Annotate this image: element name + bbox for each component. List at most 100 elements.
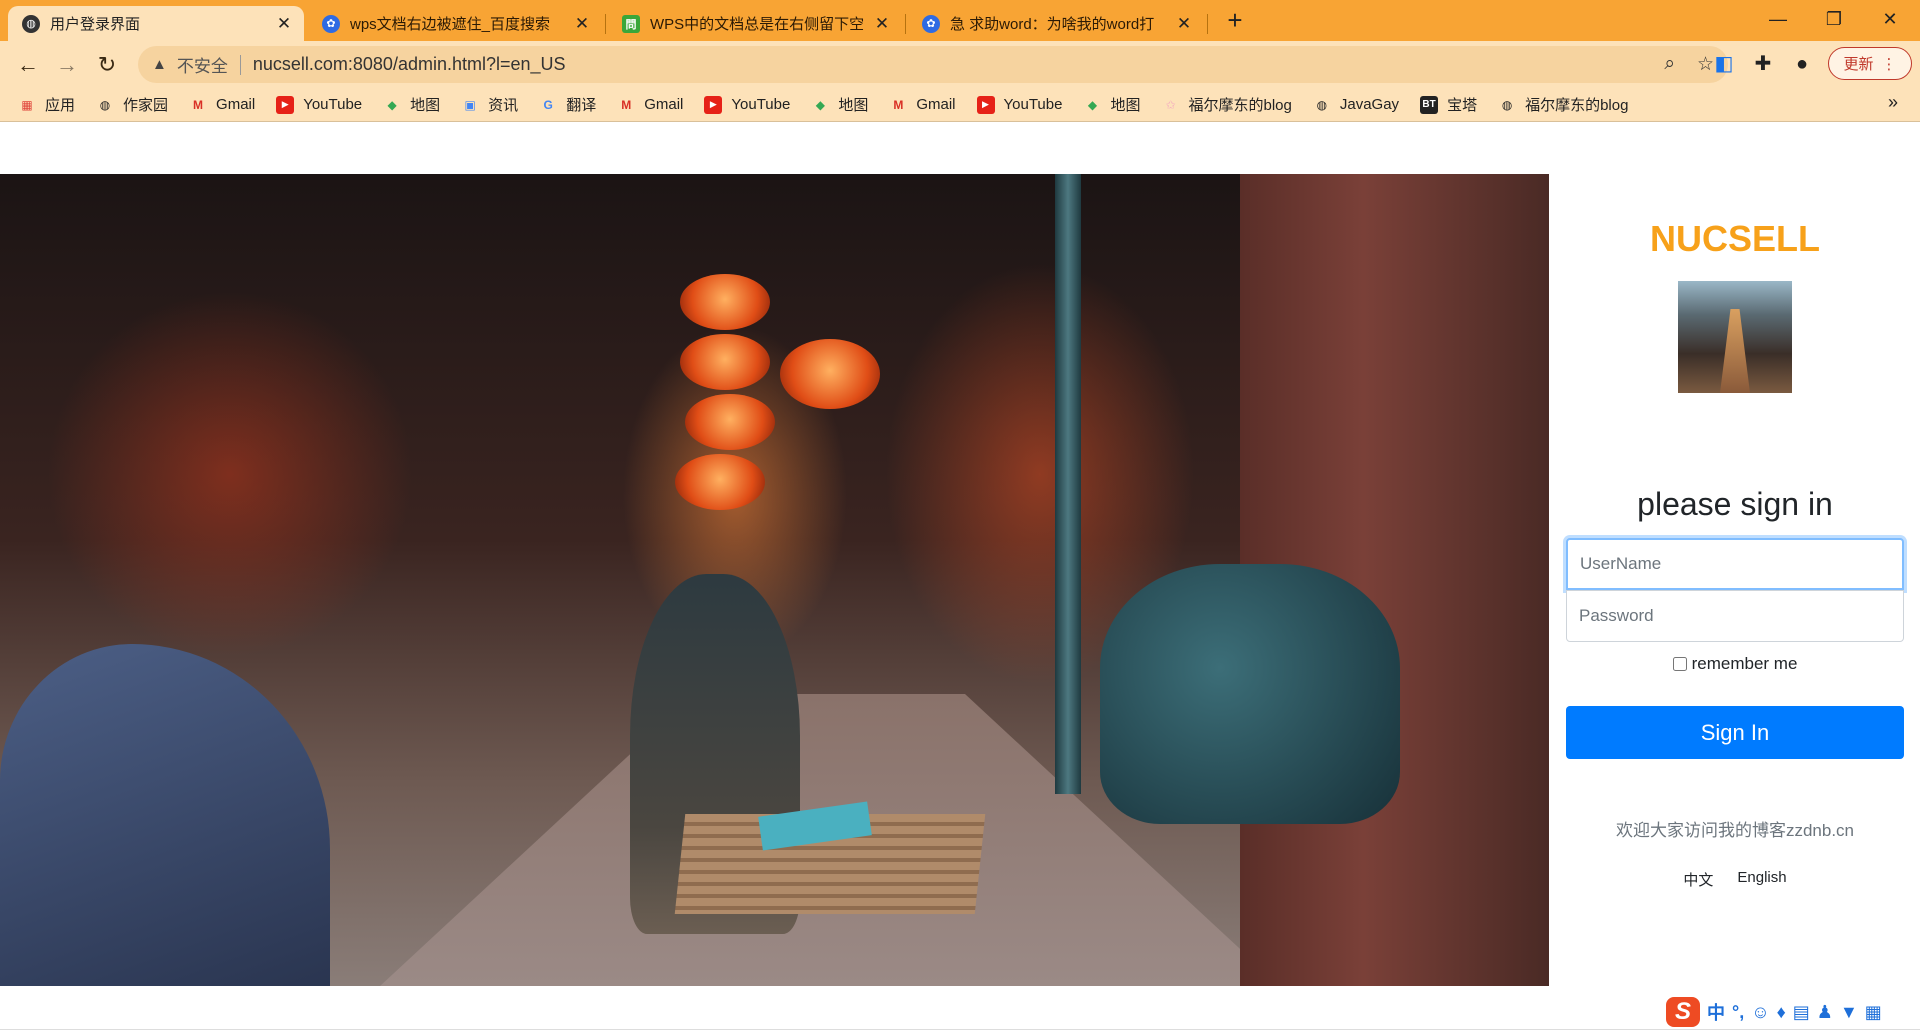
- tab-baidu-search[interactable]: ✿ wps文档右边被遮住_百度搜索 ✕: [308, 6, 602, 41]
- forward-button[interactable]: →: [51, 49, 83, 81]
- address-bar[interactable]: ▲ 不安全 nucsell.com:8080/admin.html?l=en_U…: [138, 46, 1728, 83]
- bookmark-item[interactable]: ◆ 地图: [1083, 94, 1141, 115]
- maps-icon: ◆: [1087, 97, 1098, 112]
- keyboard-icon[interactable]: ▤: [1793, 1002, 1810, 1023]
- emoji-icon[interactable]: ☺: [1751, 1002, 1769, 1023]
- update-label: 更新: [1843, 56, 1874, 73]
- photo-lantern: [680, 274, 770, 330]
- skin-shirt-icon[interactable]: ▼: [1840, 1002, 1858, 1023]
- baidu-paw-icon: ✿: [922, 14, 940, 33]
- bookmarks-bar: ▦ 应用 ◍ 作家园 M Gmail ▶ YouTube ◆ 地图 ▣ 资讯 G…: [0, 88, 1920, 122]
- gmail-icon: M: [893, 97, 904, 112]
- bookmark-item[interactable]: ◍ 福尔摩东的blog: [1498, 94, 1629, 115]
- bookmark-item[interactable]: ▶ YouTube: [976, 95, 1063, 114]
- globe-icon: ◍: [1501, 97, 1513, 112]
- reload-button[interactable]: ↻: [91, 49, 123, 81]
- bookmark-label: Gmail: [216, 96, 256, 113]
- warning-triangle-icon[interactable]: ▲: [152, 56, 167, 73]
- bookmark-item[interactable]: ◍ JavaGay: [1313, 96, 1399, 114]
- bookmark-item[interactable]: ▶ YouTube: [276, 95, 362, 114]
- user-icon[interactable]: ♟: [1817, 1002, 1833, 1023]
- bookmark-label: JavaGay: [1339, 96, 1400, 113]
- bookmark-item[interactable]: M Gmail: [617, 96, 683, 114]
- globe-icon: ◍: [99, 97, 111, 112]
- bookmark-apps[interactable]: ▦ 应用: [18, 94, 75, 115]
- photo-lantern: [685, 394, 775, 450]
- update-button[interactable]: 更新 ⋮: [1828, 47, 1912, 80]
- tab-separator: [605, 14, 606, 34]
- url-text[interactable]: nucsell.com:8080/admin.html?l=en_US: [253, 54, 566, 75]
- bookmark-label: Gmail: [644, 96, 684, 113]
- username-input[interactable]: [1566, 538, 1904, 590]
- new-tab-button[interactable]: +: [1218, 6, 1252, 36]
- insecure-label[interactable]: 不安全: [177, 52, 228, 77]
- bookmark-item[interactable]: ◆ 地图: [383, 94, 441, 115]
- bt-icon: BT: [1420, 95, 1439, 114]
- bookmark-label: 地图: [410, 97, 441, 114]
- bookmark-label: 福尔摩东的blog: [1525, 97, 1629, 114]
- tab-title: wps文档右边被遮住_百度搜索: [350, 16, 551, 33]
- welcome-text: 欢迎大家访问我的博客zzdnb.cn: [1615, 821, 1855, 840]
- bookmark-item[interactable]: ▣ 资讯: [461, 94, 519, 115]
- sign-in-button[interactable]: Sign In: [1566, 706, 1904, 759]
- sogou-ime-logo[interactable]: S: [1666, 997, 1700, 1027]
- puzzle-extensions-icon[interactable]: ✚: [1749, 50, 1777, 78]
- close-tab-icon[interactable]: ✕: [872, 14, 892, 34]
- zoom-search-icon[interactable]: ⌕: [1664, 53, 1675, 76]
- youtube-icon: ▶: [976, 95, 995, 114]
- close-tab-icon[interactable]: ✕: [1174, 14, 1194, 34]
- green-doc-icon: 問: [622, 14, 640, 33]
- bookmarks-overflow-button[interactable]: »: [1888, 92, 1898, 113]
- close-tab-icon[interactable]: ✕: [572, 14, 592, 34]
- tab-wps-doc[interactable]: 問 WPS中的文档总是在右侧留下空 ✕: [608, 6, 902, 41]
- omnibox-actions: ⌕ ☆: [1664, 53, 1714, 76]
- bookmark-label: 资讯: [488, 97, 519, 114]
- extension-icon[interactable]: ◧: [1710, 50, 1738, 78]
- divider: [239, 54, 241, 75]
- apps-grid-icon: ▦: [21, 97, 33, 112]
- password-input[interactable]: [1566, 590, 1904, 642]
- photo-lantern: [680, 334, 770, 390]
- microphone-icon[interactable]: ♦: [1777, 1002, 1786, 1023]
- bookmark-label: 应用: [45, 97, 76, 114]
- toolbox-grid-icon[interactable]: ▦: [1865, 1002, 1882, 1023]
- arrow-left-icon: ←: [17, 52, 39, 77]
- maps-icon: ◆: [387, 97, 397, 112]
- lang-en-link[interactable]: English: [1737, 869, 1786, 890]
- remember-checkbox[interactable]: [1672, 657, 1687, 671]
- ime-mode-toggle[interactable]: 中: [1707, 999, 1725, 1025]
- news-icon: ▣: [464, 97, 476, 112]
- close-window-button[interactable]: ✕: [1862, 0, 1918, 38]
- baidu-paw-icon: ✿: [322, 14, 340, 33]
- tab-word-help[interactable]: ✿ 急 求助word：为啥我的word打 ✕: [908, 6, 1204, 41]
- bookmark-item[interactable]: G 翻译: [539, 94, 597, 115]
- photo-pole: [1055, 174, 1081, 794]
- globe-icon: ◍: [1316, 97, 1328, 112]
- bookmark-label: YouTube: [1003, 96, 1063, 113]
- bookmark-label: 福尔摩东的blog: [1188, 97, 1292, 114]
- minimize-button[interactable]: —: [1750, 0, 1806, 38]
- bookmark-item[interactable]: ▶ YouTube: [704, 95, 790, 114]
- back-button[interactable]: ←: [12, 49, 44, 81]
- bookmark-item[interactable]: BT 宝塔: [1420, 94, 1477, 115]
- remember-me[interactable]: remember me: [1566, 654, 1904, 674]
- ime-punctuation-toggle[interactable]: °,: [1732, 1002, 1744, 1023]
- bookmark-item[interactable]: ✩ 福尔摩东的blog: [1161, 94, 1291, 115]
- tab-login-page[interactable]: ◍ 用户登录界面 ✕: [8, 6, 304, 41]
- lang-zh-link[interactable]: 中文: [1683, 869, 1713, 890]
- bookmark-label: Gmail: [916, 96, 956, 113]
- bookmark-item[interactable]: ◆ 地图: [811, 94, 869, 115]
- photo-motorbike: [1100, 564, 1400, 824]
- profile-avatar-icon[interactable]: ●: [1788, 50, 1816, 78]
- bookmark-label: 作家园: [123, 97, 169, 114]
- language-switcher: 中文 English: [1566, 869, 1904, 890]
- close-tab-icon[interactable]: ✕: [274, 14, 294, 34]
- tab-title: 用户登录界面: [50, 16, 141, 33]
- bookmark-item[interactable]: M Gmail: [189, 96, 255, 114]
- bookmark-item[interactable]: M Gmail: [889, 96, 955, 114]
- photo-covered-vehicle: [0, 644, 330, 986]
- bookmark-label: 翻译: [566, 97, 597, 114]
- bookmark-item[interactable]: ◍ 作家园: [96, 94, 168, 115]
- tab-separator: [1207, 14, 1208, 34]
- restore-button[interactable]: ❐: [1806, 0, 1862, 38]
